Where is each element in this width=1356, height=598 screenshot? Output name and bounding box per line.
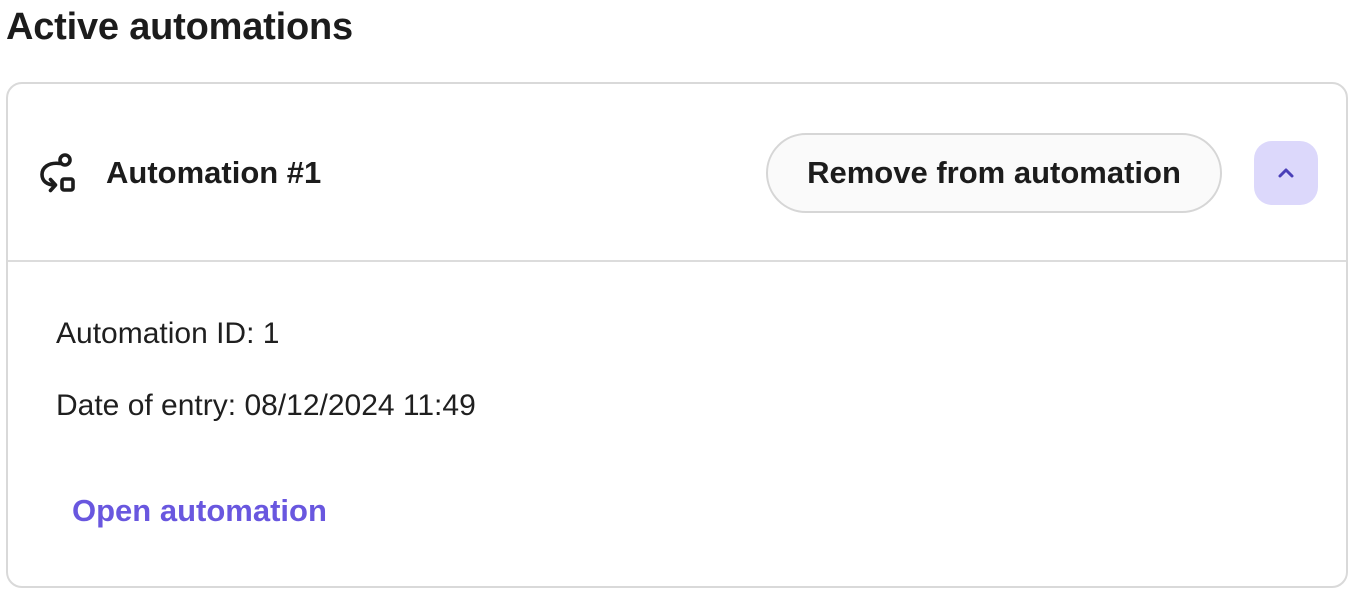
- automation-id-label: Automation ID:: [56, 317, 255, 350]
- remove-from-automation-button[interactable]: Remove from automation: [766, 133, 1222, 213]
- page-title: Active automations: [6, 6, 353, 48]
- automation-title: Automation #1: [106, 155, 322, 190]
- chevron-up-icon: [1274, 161, 1298, 185]
- automation-id-row: Automation ID: 1: [56, 314, 279, 354]
- date-of-entry-label: Date of entry:: [56, 389, 237, 422]
- workflow-icon: [38, 152, 82, 196]
- automation-id-value: 1: [262, 317, 280, 350]
- date-of-entry-value: 08/12/2024 11:49: [244, 389, 476, 422]
- automation-card-header: Automation #1 Remove from automation: [8, 84, 1346, 262]
- date-of-entry-row: Date of entry: 08/12/2024 11:49: [56, 386, 476, 426]
- open-automation-link[interactable]: Open automation: [72, 490, 327, 532]
- automation-card: Automation #1 Remove from automation Aut…: [6, 82, 1348, 588]
- collapse-button[interactable]: [1254, 141, 1318, 205]
